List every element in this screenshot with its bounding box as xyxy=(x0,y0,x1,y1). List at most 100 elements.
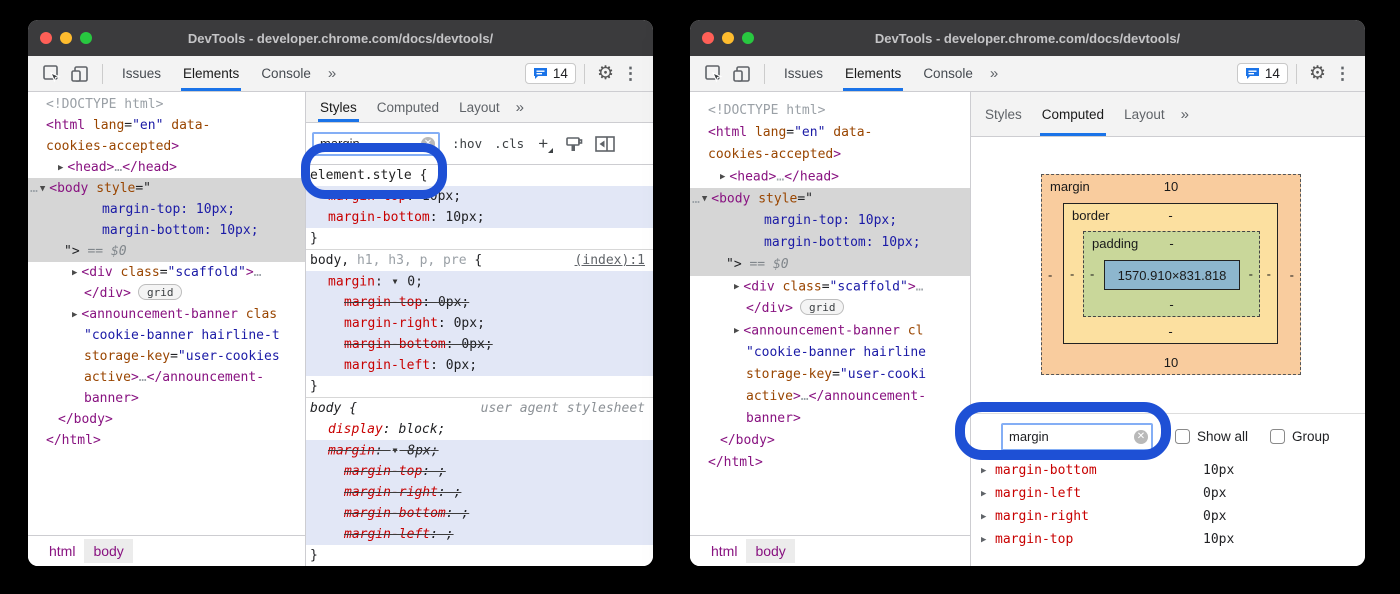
code-line[interactable]: active>…</announcement- xyxy=(690,386,970,408)
tab-computed[interactable]: Computed xyxy=(1032,92,1114,136)
code-line[interactable]: margin-right: 0px; xyxy=(306,313,653,334)
code-line[interactable]: } xyxy=(306,376,653,397)
disclosure-triangle-icon[interactable]: ▼ xyxy=(702,194,707,204)
code-line[interactable]: ▶<announcement-banner clas xyxy=(28,304,305,325)
tab-issues[interactable]: Issues xyxy=(111,56,172,91)
computed-filter-input[interactable] xyxy=(1001,423,1153,451)
style-rule[interactable]: body {user agent stylesheetdisplay: bloc… xyxy=(306,398,653,566)
tab-styles[interactable]: Styles xyxy=(975,92,1032,136)
code-line[interactable]: display: block; xyxy=(306,419,653,440)
code-line[interactable]: margin-bottom: 0px; xyxy=(306,334,653,355)
code-line[interactable]: element.style { xyxy=(306,165,653,186)
code-line[interactable]: margin-bottom: 10px; xyxy=(306,207,653,228)
tab-issues[interactable]: Issues xyxy=(773,56,834,91)
code-line[interactable]: banner> xyxy=(690,408,970,430)
code-line[interactable]: "cookie-banner hairline xyxy=(690,342,970,364)
toggle-element-classes-button[interactable]: .cls xyxy=(494,136,524,151)
device-toolbar-icon[interactable] xyxy=(731,63,753,85)
tab-layout[interactable]: Layout xyxy=(449,92,510,122)
style-rule[interactable]: element.style {margin-top: 10px;margin-b… xyxy=(306,165,653,250)
close-window-button[interactable] xyxy=(702,32,714,44)
style-rules-list[interactable]: element.style {margin-top: 10px;margin-b… xyxy=(306,165,653,566)
computed-sidebar-toggle-icon[interactable] xyxy=(595,136,615,152)
code-line[interactable]: active>…</announcement- xyxy=(28,367,305,388)
inspect-element-icon[interactable] xyxy=(41,63,63,85)
disclosure-triangle-icon[interactable]: ▶ xyxy=(734,326,739,336)
dom-tree[interactable]: <!DOCTYPE html><html lang="en" data-cook… xyxy=(690,92,970,536)
more-sidebar-tabs-chevron[interactable]: » xyxy=(1175,106,1195,123)
code-line[interactable]: <!DOCTYPE html> xyxy=(690,100,970,122)
code-line[interactable]: …▼<body style=" xyxy=(28,178,305,199)
code-line[interactable]: banner> xyxy=(28,388,305,409)
settings-gear-icon[interactable]: ⚙ xyxy=(1309,62,1326,85)
zoom-window-button[interactable] xyxy=(80,32,92,44)
disclosure-triangle-icon[interactable]: ▶ xyxy=(981,535,995,545)
code-line[interactable]: storage-key="user-cooki xyxy=(690,364,970,386)
toggle-hover-state-button[interactable]: :hov xyxy=(452,136,482,151)
tab-console[interactable]: Console xyxy=(250,56,322,91)
code-line[interactable]: </html> xyxy=(690,452,970,474)
disclosure-triangle-icon[interactable]: ▶ xyxy=(734,282,739,292)
code-line[interactable]: body, h1, h3, p, pre {(index):1 xyxy=(306,250,653,271)
tab-elements[interactable]: Elements xyxy=(834,56,912,91)
code-line[interactable]: ▶<div class="scaffold">… xyxy=(28,262,305,283)
margin-right-value[interactable]: - xyxy=(1290,267,1294,282)
disclosure-triangle-icon[interactable]: ▶ xyxy=(72,310,77,320)
code-line[interactable]: cookies-accepted> xyxy=(28,136,305,157)
style-rule[interactable]: body, h1, h3, p, pre {(index):1margin: ▼… xyxy=(306,250,653,398)
padding-bottom-value[interactable]: - xyxy=(1084,297,1259,312)
computed-property-row[interactable]: ▶margin-bottom10px xyxy=(971,459,1365,482)
border-bottom-value[interactable]: - xyxy=(1064,324,1277,339)
breadcrumb-html[interactable]: html xyxy=(702,539,746,563)
box-model-diagram[interactable]: margin 10 10 - - border - - - - padding … xyxy=(1041,174,1301,375)
computed-property-row[interactable]: ▶margin-left0px xyxy=(971,482,1365,505)
code-line[interactable]: } xyxy=(306,228,653,249)
group-checkbox[interactable]: Group xyxy=(1270,429,1330,444)
breadcrumb-html[interactable]: html xyxy=(40,539,84,563)
code-line[interactable]: margin: ▼ 0; xyxy=(306,271,653,292)
border-left-value[interactable]: - xyxy=(1070,266,1074,281)
margin-top-value[interactable]: 10 xyxy=(1042,179,1300,194)
code-line[interactable]: margin-bottom: ; xyxy=(306,503,653,524)
more-sidebar-tabs-chevron[interactable]: » xyxy=(510,99,530,116)
code-line[interactable]: <html lang="en" data- xyxy=(28,115,305,136)
computed-property-row[interactable]: ▶margin-right0px xyxy=(971,505,1365,528)
code-line[interactable]: </div>grid xyxy=(690,298,970,320)
tab-console[interactable]: Console xyxy=(912,56,984,91)
code-line[interactable]: margin: ▼ 8px; xyxy=(306,440,653,461)
code-line[interactable]: <html lang="en" data- xyxy=(690,122,970,144)
code-line[interactable]: margin-bottom: 10px; xyxy=(690,232,970,254)
breadcrumb-body[interactable]: body xyxy=(746,539,794,563)
code-line[interactable]: } xyxy=(306,545,653,566)
code-line[interactable]: margin-top: 10px; xyxy=(690,210,970,232)
disclosure-triangle-icon[interactable]: ▶ xyxy=(981,489,995,499)
code-line[interactable]: margin-top: 0px; xyxy=(306,292,653,313)
clear-filter-icon[interactable]: ✕ xyxy=(1134,430,1148,444)
code-line[interactable]: margin-top: ; xyxy=(306,461,653,482)
code-line[interactable]: cookies-accepted> xyxy=(690,144,970,166)
code-line[interactable]: "cookie-banner hairline-t xyxy=(28,325,305,346)
code-line[interactable]: "> == $0 xyxy=(28,241,305,262)
code-line[interactable]: margin-bottom: 10px; xyxy=(28,220,305,241)
code-line[interactable]: margin-top: 10px; xyxy=(306,186,653,207)
disclosure-triangle-icon[interactable]: ▶ xyxy=(72,268,77,278)
minimize-window-button[interactable] xyxy=(722,32,734,44)
more-panels-chevron[interactable]: » xyxy=(984,65,1004,82)
tab-layout[interactable]: Layout xyxy=(1114,92,1175,136)
new-style-rule-button[interactable]: + xyxy=(538,134,553,154)
device-toolbar-icon[interactable] xyxy=(69,63,91,85)
disclosure-triangle-icon[interactable]: ▶ xyxy=(58,163,63,173)
padding-top-value[interactable]: - xyxy=(1084,236,1259,251)
code-line[interactable]: margin-top: 10px; xyxy=(28,199,305,220)
console-messages-badge[interactable]: 14 xyxy=(525,63,576,84)
checkbox-icon[interactable] xyxy=(1175,429,1190,444)
margin-left-value[interactable]: - xyxy=(1048,267,1052,282)
zoom-window-button[interactable] xyxy=(742,32,754,44)
kebab-menu-icon[interactable]: ⋮ xyxy=(622,64,639,84)
padding-right-value[interactable]: - xyxy=(1249,267,1253,282)
disclosure-triangle-icon[interactable]: ▼ xyxy=(40,184,45,194)
console-messages-badge[interactable]: 14 xyxy=(1237,63,1288,84)
kebab-menu-icon[interactable]: ⋮ xyxy=(1334,64,1351,84)
code-line[interactable]: ▶<head>…</head> xyxy=(28,157,305,178)
tab-computed[interactable]: Computed xyxy=(367,92,449,122)
